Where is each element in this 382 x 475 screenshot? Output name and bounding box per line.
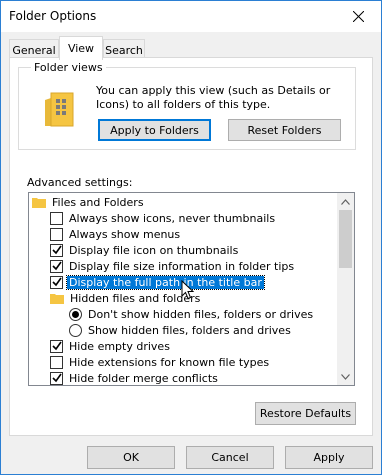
close-button[interactable] — [335, 1, 381, 32]
option-label: Always show menus — [69, 227, 181, 241]
option-label: Don't show hidden files, folders or driv… — [88, 307, 314, 321]
option-always-show-menus[interactable]: Always show menus — [50, 226, 182, 242]
checkbox-icon[interactable] — [50, 243, 63, 257]
folder-icon — [50, 293, 64, 304]
option-label: Show hidden files, folders and drives — [88, 323, 291, 337]
reset-folders-label: Reset Folders — [247, 123, 322, 137]
tab-general-label: General — [12, 43, 56, 57]
advanced-settings-label: Advanced settings: — [27, 176, 133, 189]
folder-views-legend: Folder views — [31, 61, 106, 74]
option-dont-show-hidden[interactable]: Don't show hidden files, folders or driv… — [69, 306, 315, 322]
checkbox-icon[interactable] — [50, 339, 63, 353]
apply-to-folders-button[interactable]: Apply to Folders — [98, 119, 211, 141]
checkbox-icon[interactable] — [50, 371, 63, 385]
window-title: Folder Options — [9, 9, 97, 23]
apply-label: Apply — [313, 451, 345, 464]
option-display-file-icon[interactable]: Display file icon on thumbnails — [50, 242, 240, 258]
title-bar: Folder Options — [1, 1, 381, 32]
restore-defaults-button[interactable]: Restore Defaults — [255, 402, 356, 425]
apply-button[interactable]: Apply — [285, 446, 373, 469]
option-label: Display file size information in folder … — [69, 259, 295, 273]
folder-options-window: Folder Options General View Search Folde… — [0, 0, 382, 475]
checkbox-icon[interactable] — [50, 227, 63, 241]
option-display-full-path[interactable]: Display the full path in the title bar — [50, 274, 265, 290]
tab-search-label: Search — [105, 43, 143, 57]
option-label-selected: Display the full path in the title bar — [66, 274, 265, 290]
folder-views-icon — [45, 92, 74, 127]
scroll-up-icon[interactable] — [337, 193, 354, 210]
ok-label: OK — [123, 451, 139, 464]
cancel-button[interactable]: Cancel — [186, 446, 274, 469]
checkbox-icon[interactable] — [50, 355, 63, 369]
option-show-hidden[interactable]: Show hidden files, folders and drives — [69, 322, 293, 338]
checkbox-icon[interactable] — [50, 259, 63, 273]
radio-icon[interactable] — [69, 307, 82, 321]
close-icon — [352, 11, 364, 22]
tree-scrollbar[interactable] — [337, 193, 354, 385]
tree-folder-files-and-folders[interactable]: Files and Folders — [32, 194, 146, 210]
option-label: Display file icon on thumbnails — [69, 243, 239, 257]
option-label: Hide folder merge conflicts — [69, 371, 218, 385]
apply-to-folders-label: Apply to Folders — [110, 123, 199, 137]
scroll-down-icon[interactable] — [337, 368, 354, 385]
option-label: Hide empty drives — [69, 339, 170, 353]
mouse-cursor-icon — [181, 280, 195, 300]
option-hide-merge-conflicts[interactable]: Hide folder merge conflicts — [50, 370, 220, 385]
radio-icon[interactable] — [69, 323, 82, 337]
tree-item-label: Files and Folders — [52, 195, 144, 209]
option-label: Hide extensions for known file types — [69, 355, 270, 369]
tab-view-label: View — [67, 42, 95, 55]
checkbox-icon[interactable] — [50, 211, 63, 225]
reset-folders-button[interactable]: Reset Folders — [228, 119, 341, 141]
option-display-file-size[interactable]: Display file size information in folder … — [50, 258, 296, 274]
checkbox-icon[interactable] — [50, 275, 63, 289]
tree-folder-hidden-files[interactable]: Hidden files and folders — [50, 290, 202, 306]
restore-defaults-label: Restore Defaults — [259, 407, 352, 420]
option-hide-empty-drives[interactable]: Hide empty drives — [50, 338, 172, 354]
ok-button[interactable]: OK — [87, 446, 175, 469]
scrollbar-thumb[interactable] — [339, 210, 352, 268]
folder-views-description: You can apply this view (such as Details… — [96, 84, 331, 111]
tab-view[interactable]: View — [59, 36, 103, 60]
folder-icon — [32, 197, 46, 208]
option-label: Always show icons, never thumbnails — [69, 211, 276, 225]
cancel-label: Cancel — [211, 451, 249, 464]
option-always-show-icons[interactable]: Always show icons, never thumbnails — [50, 210, 277, 226]
option-hide-extensions[interactable]: Hide extensions for known file types — [50, 354, 271, 370]
